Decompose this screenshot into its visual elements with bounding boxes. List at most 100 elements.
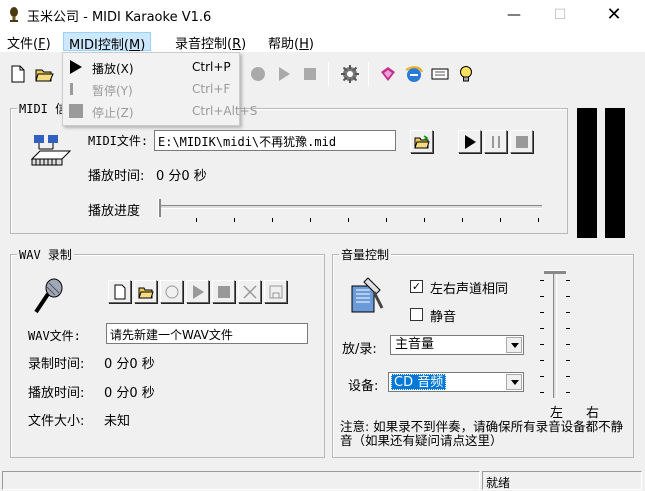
wav-record-button[interactable] [160,280,183,303]
mute-label: 静音 [430,310,457,325]
lightbulb-icon[interactable] [456,64,476,84]
maximize-button[interactable]: ☐ [537,0,583,30]
midi-play-time-value: 0 分0 秒 [156,169,207,184]
wav-file-field[interactable]: 请先新建一个WAV文件 [106,323,308,344]
minimize-button[interactable]: — [491,0,537,30]
wav-play-time-value: 0 分0 秒 [104,386,155,401]
wav-file-size-label: 文件大小: [28,414,85,429]
book-icon[interactable] [378,64,398,84]
slider-tick [500,218,501,222]
slider-track [553,272,557,398]
chevron-down-icon[interactable] [506,337,522,353]
open-folder-icon [414,135,430,149]
slider-thumb[interactable] [158,199,161,217]
slider-tick [566,280,570,281]
slider-tick [566,312,570,313]
record-icon [165,285,179,299]
status-pane-main [2,471,480,490]
help-note-link[interactable]: 注意: 如果录不到伴奏，请确保所有录音设备都不静音（如果还有疑问请点这里） [340,420,630,448]
menu-item-stop-label: 停止(Z) [92,106,134,120]
open-midi-button[interactable] [410,130,433,153]
wav-record-time-value: 0 分0 秒 [104,357,155,372]
slider-tick [540,296,544,297]
wav-stop-button[interactable] [212,280,235,303]
slider-tick [234,218,235,222]
midi-play-time-label: 播放时间: [88,169,145,184]
volume-slider[interactable] [538,270,572,402]
menu-record-control[interactable]: 录音控制(R) [170,32,251,52]
open-folder-icon[interactable] [34,64,54,84]
new-wav-button[interactable] [108,280,131,303]
new-file-icon[interactable] [8,64,28,84]
slider-tick [566,328,570,329]
open-wav-button[interactable] [134,280,157,303]
stop-icon [516,136,528,148]
slider-tick [196,218,197,222]
close-button[interactable]: ✕ [591,0,637,30]
stop-toolbar-icon[interactable] [300,64,320,84]
toolbar-separator [328,62,329,86]
menu-item-pause[interactable]: 暂停(Y) Ctrl+F [63,78,239,100]
wav-file-size-value: 未知 [104,414,131,429]
internet-explorer-icon[interactable] [404,64,424,84]
wav-save-button[interactable] [264,280,287,303]
device-label: 设备: [348,379,379,394]
keyboard-icon[interactable] [430,64,450,84]
device-select-value: CD 音频 [391,374,447,390]
slider-tick [540,328,544,329]
midi-stop-button[interactable] [510,130,533,153]
slider-tick [272,218,273,222]
midi-progress-label: 播放进度 [88,204,141,219]
slider-tick [540,392,544,393]
midi-file-label: MIDI文件: [88,134,149,148]
slider-tick [566,360,570,361]
wav-record-time-label: 录制时间: [28,357,85,372]
play-icon [193,285,204,299]
window-title: 玉米公司 - MIDI Karaoke V1.6 [27,10,212,25]
mute-checkbox[interactable] [410,308,423,321]
same-channel-checkbox[interactable]: ✓ [410,280,423,293]
wav-play-button[interactable] [186,280,209,303]
menu-item-play[interactable]: 播放(X) Ctrl+P [63,56,239,78]
left-level-meter [577,108,597,238]
open-folder-icon [138,287,154,299]
slider-track [160,205,542,209]
midi-file-field[interactable]: E:\MIDIK\midi\不再犹豫.mid [154,130,396,151]
device-select[interactable]: CD 音频 [388,372,524,392]
new-file-icon [114,284,126,300]
title-bar: 玉米公司 - MIDI Karaoke V1.6 — ☐ ✕ [0,0,645,30]
stop-icon [218,286,230,298]
status-bar: 就绪 [0,469,645,491]
status-text: 就绪 [482,471,642,490]
play-toolbar-icon[interactable] [274,64,294,84]
menu-item-stop[interactable]: 停止(Z) Ctrl+Alt+S [63,100,257,122]
slider-thumb[interactable] [544,270,566,274]
slider-tick [540,376,544,377]
record-icon[interactable] [248,64,268,84]
menu-file[interactable]: 文件(F) [2,32,56,52]
play-record-label: 放/录: [342,342,377,357]
midi-progress-slider[interactable] [158,198,544,228]
slider-tick [424,218,425,222]
toolbar-separator [368,62,369,86]
settings-gear-icon[interactable] [340,64,360,84]
pause-icon [70,83,73,95]
menu-midi-control[interactable]: MIDI控制(M) [63,32,152,53]
mixer-icon [351,277,384,313]
play-record-select-value: 主音量 [395,337,435,352]
play-record-select[interactable]: 主音量 [390,335,524,355]
wav-file-label: WAV文件: [28,329,81,343]
menu-item-play-label: 播放(X) [92,62,134,76]
wav-delete-button[interactable] [238,280,261,303]
slider-tick [348,218,349,222]
save-disk-icon [269,285,283,299]
midi-play-button[interactable] [458,130,481,153]
right-level-meter [605,108,625,238]
wav-group-title: WAV 录制 [17,246,74,263]
chevron-down-icon[interactable] [506,374,522,390]
midi-pause-button[interactable] [484,130,507,153]
microphone-app-icon [10,7,18,22]
slider-tick [540,280,544,281]
menu-item-pause-accelerator: Ctrl+F [192,82,231,96]
menu-help[interactable]: 帮助(H) [263,32,319,52]
